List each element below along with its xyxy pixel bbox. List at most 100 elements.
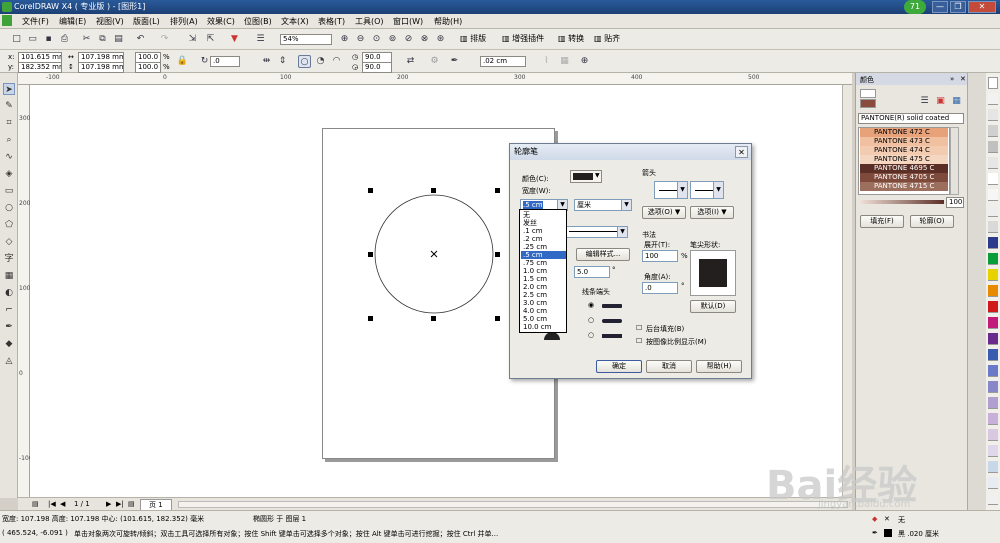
docker-collapse-icon[interactable]: »: [950, 75, 954, 83]
miter-limit-field[interactable]: 5.0: [574, 266, 610, 278]
palette-swatch[interactable]: [988, 397, 998, 409]
palette-swatch[interactable]: [988, 381, 998, 393]
palette-swatch[interactable]: [988, 365, 998, 377]
arc-mode-icon[interactable]: ◠: [330, 55, 343, 68]
selected-ellipse[interactable]: [366, 186, 502, 322]
palette-swatch[interactable]: [988, 285, 998, 297]
tint-value-field[interactable]: 100: [946, 197, 964, 208]
cap-butt-radio[interactable]: ◉: [588, 301, 594, 309]
palette-swatch[interactable]: [988, 301, 998, 313]
interactive-blend-tool-icon[interactable]: ◐: [3, 287, 15, 299]
table-tool-icon[interactable]: ▦: [3, 270, 15, 282]
outline-color-picker[interactable]: ▼: [570, 170, 602, 183]
pie-mode-icon[interactable]: ◔: [314, 55, 327, 68]
polygon-tool-icon[interactable]: ⬠: [3, 219, 15, 231]
palette-swatch[interactable]: [988, 221, 998, 233]
menu-window[interactable]: 窗口(W): [393, 16, 423, 27]
menu-table[interactable]: 表格(T): [318, 16, 345, 27]
palette-swatch[interactable]: [988, 349, 998, 361]
handle-bottom-left[interactable]: [368, 316, 373, 321]
palette-swatch[interactable]: [988, 173, 998, 185]
palette-swatch[interactable]: [988, 253, 998, 265]
redo-icon[interactable]: ↷: [158, 33, 171, 46]
behind-fill-checkbox[interactable]: ☐: [636, 324, 642, 332]
snap-button[interactable]: ▥ 贴齐: [594, 33, 620, 44]
print-icon[interactable]: ⎙: [58, 33, 71, 46]
ok-button[interactable]: 确定: [596, 360, 642, 373]
zoom-selected-icon[interactable]: ⊙: [370, 33, 383, 46]
palette-swatch[interactable]: [988, 157, 998, 169]
palette-swatch[interactable]: [988, 237, 998, 249]
zoom-level-select[interactable]: 54%: [280, 34, 332, 45]
end-arrow-select[interactable]: ▼: [690, 181, 724, 199]
start-arrow-options-button[interactable]: 选项(O) ▼: [642, 206, 686, 219]
restore-button[interactable]: ❐: [950, 1, 966, 13]
docker-fill-button[interactable]: 填充(F): [860, 215, 904, 228]
color-sliders-icon[interactable]: ▣: [934, 95, 947, 108]
ellipse-mode-icon[interactable]: ○: [298, 55, 311, 68]
palette-swatch[interactable]: [988, 205, 998, 217]
width-option[interactable]: 1.0 cm: [521, 267, 566, 275]
pick-tool-icon[interactable]: ➤: [3, 83, 15, 95]
zoom-width-icon[interactable]: ⊗: [418, 33, 431, 46]
palette-swatch[interactable]: [988, 125, 998, 137]
tint-slider[interactable]: [860, 200, 944, 204]
handle-top[interactable]: [431, 188, 436, 193]
cap-square-radio[interactable]: ○: [588, 331, 594, 339]
menu-bitmaps[interactable]: 位图(B): [244, 16, 272, 27]
width-option[interactable]: .2 cm: [521, 235, 566, 243]
first-page-icon[interactable]: |◀: [48, 500, 56, 508]
end-arrow-options-button[interactable]: 选项(I) ▼: [690, 206, 734, 219]
nib-shape-preview[interactable]: [690, 250, 736, 296]
stretch-field[interactable]: 100: [642, 250, 678, 262]
wrap-icon[interactable]: ▦: [558, 55, 571, 68]
handle-bottom[interactable]: [431, 316, 436, 321]
palette-swatch[interactable]: [988, 77, 998, 89]
menu-text[interactable]: 文本(X): [281, 16, 309, 27]
nib-angle-field[interactable]: .0: [642, 282, 678, 294]
copy-icon[interactable]: ⧉: [96, 33, 109, 46]
palette-swatch[interactable]: [988, 461, 998, 473]
width-option[interactable]: .75 cm: [521, 259, 566, 267]
new-icon[interactable]: □: [10, 33, 23, 46]
swatch-pantone-4715c[interactable]: PANTONE 4715 C: [860, 182, 948, 191]
mirror-vertical-icon[interactable]: ⇕: [276, 55, 289, 68]
app-menu-icon[interactable]: [2, 15, 12, 26]
open-icon[interactable]: ▭: [26, 33, 39, 46]
palette-swatch[interactable]: [988, 141, 998, 153]
color-palettes-icon[interactable]: ▦: [950, 95, 963, 108]
palette-swatch[interactable]: [988, 333, 998, 345]
convert-curve-icon[interactable]: ⌇: [540, 55, 553, 68]
handle-right[interactable]: [495, 252, 500, 257]
width-option[interactable]: .1 cm: [521, 227, 566, 235]
palette-swatch[interactable]: [988, 477, 998, 489]
cancel-button[interactable]: 取消: [646, 360, 692, 373]
width-option[interactable]: 4.0 cm: [521, 307, 566, 315]
start-arrow-select[interactable]: ▼: [654, 181, 688, 199]
last-page-icon[interactable]: ▶|: [116, 500, 124, 508]
rotation-angle-field[interactable]: .0: [210, 56, 240, 67]
basic-shapes-tool-icon[interactable]: ◇: [3, 236, 15, 248]
enhance-plugin-button[interactable]: ▥ 增强插件: [502, 33, 544, 44]
palette-swatch[interactable]: [988, 93, 998, 105]
dialog-close-button[interactable]: ✕: [735, 146, 748, 158]
vertical-scrollbar[interactable]: [842, 85, 852, 497]
width-option[interactable]: 2.5 cm: [521, 291, 566, 299]
eyedropper-tool-icon[interactable]: ⌐: [3, 304, 15, 316]
add-page-icon[interactable]: ▤: [128, 500, 135, 508]
width-option[interactable]: 5.0 cm: [521, 315, 566, 323]
docker-outline-button[interactable]: 轮廓(O): [910, 215, 954, 228]
menu-effects[interactable]: 效果(C): [207, 16, 235, 27]
palette-swatch[interactable]: [988, 269, 998, 281]
fill-tool-icon[interactable]: ◆: [3, 338, 15, 350]
target-icon[interactable]: ⊕: [578, 55, 591, 68]
crop-tool-icon[interactable]: ⌗: [3, 117, 15, 129]
menu-layout[interactable]: 版面(L): [133, 16, 160, 27]
swatch-pantone-474c[interactable]: PANTONE 474 C: [860, 146, 948, 155]
handle-top-left[interactable]: [368, 188, 373, 193]
import-icon[interactable]: ⇲: [186, 33, 199, 46]
help-button[interactable]: 帮助(H): [696, 360, 742, 373]
smart-fill-tool-icon[interactable]: ◈: [3, 168, 15, 180]
menu-tools[interactable]: 工具(O): [355, 16, 384, 27]
export-icon[interactable]: ⇱: [204, 33, 217, 46]
